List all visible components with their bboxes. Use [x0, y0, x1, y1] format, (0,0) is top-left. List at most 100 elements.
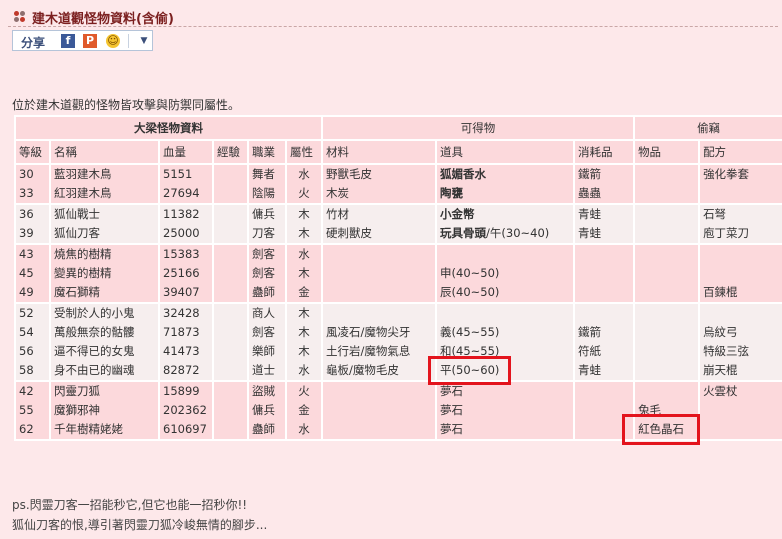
- cell-line: 狐媚香水: [440, 167, 487, 181]
- cell-line: 刀客: [252, 226, 275, 240]
- cell-job: 商人 劍客 樂師 道士: [247, 302, 287, 382]
- cell-recipe: 火雲杖: [698, 380, 782, 441]
- cell-level: 36 39: [14, 203, 51, 245]
- column-header: 配方: [698, 139, 782, 165]
- cell-line: 202362: [163, 403, 207, 417]
- cell-line: 蠱師: [252, 422, 275, 436]
- cell-line: 小金幣: [440, 207, 475, 221]
- cell-line: 夢石: [440, 403, 464, 417]
- cell-line: 木: [298, 306, 310, 320]
- cell-line: 傭兵: [252, 207, 275, 221]
- cell-line: 水: [298, 363, 310, 377]
- cell-line: 82872: [163, 363, 200, 377]
- cell-line: 玩具骨頭/午(30~40): [440, 226, 550, 240]
- column-header: 物品: [633, 139, 701, 165]
- cell-line: 狐仙戰士: [54, 207, 100, 221]
- cell-line: 變異的樹精: [54, 266, 112, 280]
- cell-hp: 11382 25000: [158, 203, 214, 245]
- cell-line: 萬般無奈的骷髏: [54, 325, 135, 339]
- smiley-icon[interactable]: ☺: [106, 34, 120, 48]
- cell-line: 魔石獅精: [54, 285, 100, 299]
- cell-line: 木: [298, 266, 310, 280]
- cell-consumable: [573, 243, 636, 304]
- cell-material: 竹材 硬刺獸皮: [321, 203, 438, 245]
- cell-line: 逼不得已的女鬼: [54, 344, 135, 358]
- page-title: 建木道觀怪物資料(含偷): [32, 12, 174, 27]
- column-header: 道具: [435, 139, 576, 165]
- cell-line: 竹材: [326, 207, 350, 221]
- cell-line: 水: [298, 422, 310, 436]
- cell-line: [578, 305, 630, 323]
- column-header: 等級: [14, 139, 51, 165]
- cell-line: 辰(40~50): [440, 285, 500, 299]
- cell-line: 33: [19, 186, 34, 200]
- cell-line: 青蛙: [578, 207, 602, 221]
- cell-line: 特級三弦: [703, 344, 750, 358]
- highlight-box: [428, 356, 512, 385]
- cell-line: [703, 305, 779, 323]
- cell-hp: 32428 71873 41473 82872: [158, 302, 214, 382]
- cell-line: 36: [19, 207, 34, 221]
- cell-line: 紅羽建木鳥: [54, 186, 112, 200]
- cell-line: 青蛙: [578, 363, 602, 377]
- cell-recipe: 烏紋弓 特級三弦 崩天棍: [698, 302, 782, 382]
- cell-line: 劍客: [252, 247, 275, 261]
- monster-group-row: 30 33 藍羽建木鳥 紅羽建木鳥 5151 27694 舞者 陰陽水火野獸毛皮 木炭 狐媚香水…: [14, 163, 782, 205]
- cell-steal-item: [633, 163, 701, 205]
- cell-line: 火: [298, 186, 310, 200]
- cell-item: 小金幣玩具骨頭/午(30~40): [435, 203, 576, 245]
- cell-line: 木炭: [326, 186, 350, 200]
- cell-name: 狐仙戰士 狐仙刀客: [49, 203, 160, 245]
- intro-text: 位於建木道觀的怪物皆攻擊與防禦同屬性。: [12, 98, 241, 112]
- bullet-icon: [14, 11, 26, 23]
- cell-line: 火: [298, 384, 310, 398]
- cell-line: 58: [19, 363, 34, 377]
- cell-hp: 5151 27694: [158, 163, 214, 205]
- cell-line: 41473: [163, 344, 200, 358]
- cell-line: 土行岩/魔物氣息: [326, 344, 411, 358]
- plurk-icon[interactable]: P: [83, 34, 97, 48]
- cell-name: 閃靈刀狐 魔獅邪神 千年樹精姥姥: [49, 380, 160, 441]
- cell-line: 30: [19, 167, 34, 181]
- cell-line: 42: [19, 384, 34, 398]
- cell-steal-item: [633, 203, 701, 245]
- dropdown-icon[interactable]: ▼: [137, 34, 151, 48]
- cell-line: [326, 305, 432, 323]
- cell-line: 蠱師: [252, 285, 275, 299]
- share-widget[interactable]: 分享 f P ☺ ▼: [12, 30, 153, 51]
- cell-level: 52 54 56 58: [14, 302, 51, 382]
- column-header: 消耗品: [573, 139, 636, 165]
- cell-line: 39: [19, 226, 34, 240]
- share-label[interactable]: 分享: [21, 34, 45, 51]
- cell-name: 燒焦的樹精 變異的樹精 魔石獅精: [49, 243, 160, 304]
- cell-line: 火雲杖: [703, 384, 738, 398]
- footer-note: ps.閃靈刀客一招能秒它,但它也能一招秒你!! 狐仙刀客的恨,導引著閃靈刀狐冷峻…: [12, 495, 267, 535]
- cell-level: 42 55 62: [14, 380, 51, 441]
- cell-line: [703, 246, 779, 264]
- cell-line: 百鍊棍: [703, 285, 738, 299]
- cell-line: 崩天棍: [703, 363, 738, 377]
- cell-line: 青蛙: [578, 226, 602, 240]
- cell-line: 15383: [163, 247, 200, 261]
- monster-group-row: 43 45 49 燒焦的樹精 變異的樹精 魔石獅精 15383 25166 39407 劍客 劍客…: [14, 243, 782, 304]
- monster-group-row: 52 54 56 58 受制於人的小鬼 萬般無奈的骷髏 逼不得已的女鬼 身不由已的幽魂 3242…: [14, 302, 782, 382]
- cell-exp: [212, 243, 249, 304]
- column-header: 名稱: [49, 139, 160, 165]
- facebook-icon[interactable]: f: [61, 34, 75, 48]
- cell-line: [440, 305, 570, 323]
- cell-line: 45: [19, 266, 34, 280]
- cell-hp: 15383 25166 39407: [158, 243, 214, 304]
- cell-material: [321, 243, 438, 304]
- cell-line: 56: [19, 344, 34, 358]
- footer-line-1: ps.閃靈刀客一招能秒它,但它也能一招秒你!!: [12, 498, 248, 512]
- cell-line: 狐仙刀客: [54, 226, 100, 240]
- cell-line: 受制於人的小鬼: [54, 306, 135, 320]
- cell-exp: [212, 203, 249, 245]
- cell-attr: 木木: [284, 203, 324, 245]
- cell-line: 硬刺獸皮: [326, 226, 373, 240]
- cell-attr: 水木金: [284, 243, 324, 304]
- cell-line: 39407: [163, 285, 200, 299]
- cell-name: 受制於人的小鬼 萬般無奈的骷髏 逼不得已的女鬼 身不由已的幽魂: [49, 302, 160, 382]
- cell-line: 野獸毛皮: [326, 167, 373, 181]
- column-header: 材料: [321, 139, 438, 165]
